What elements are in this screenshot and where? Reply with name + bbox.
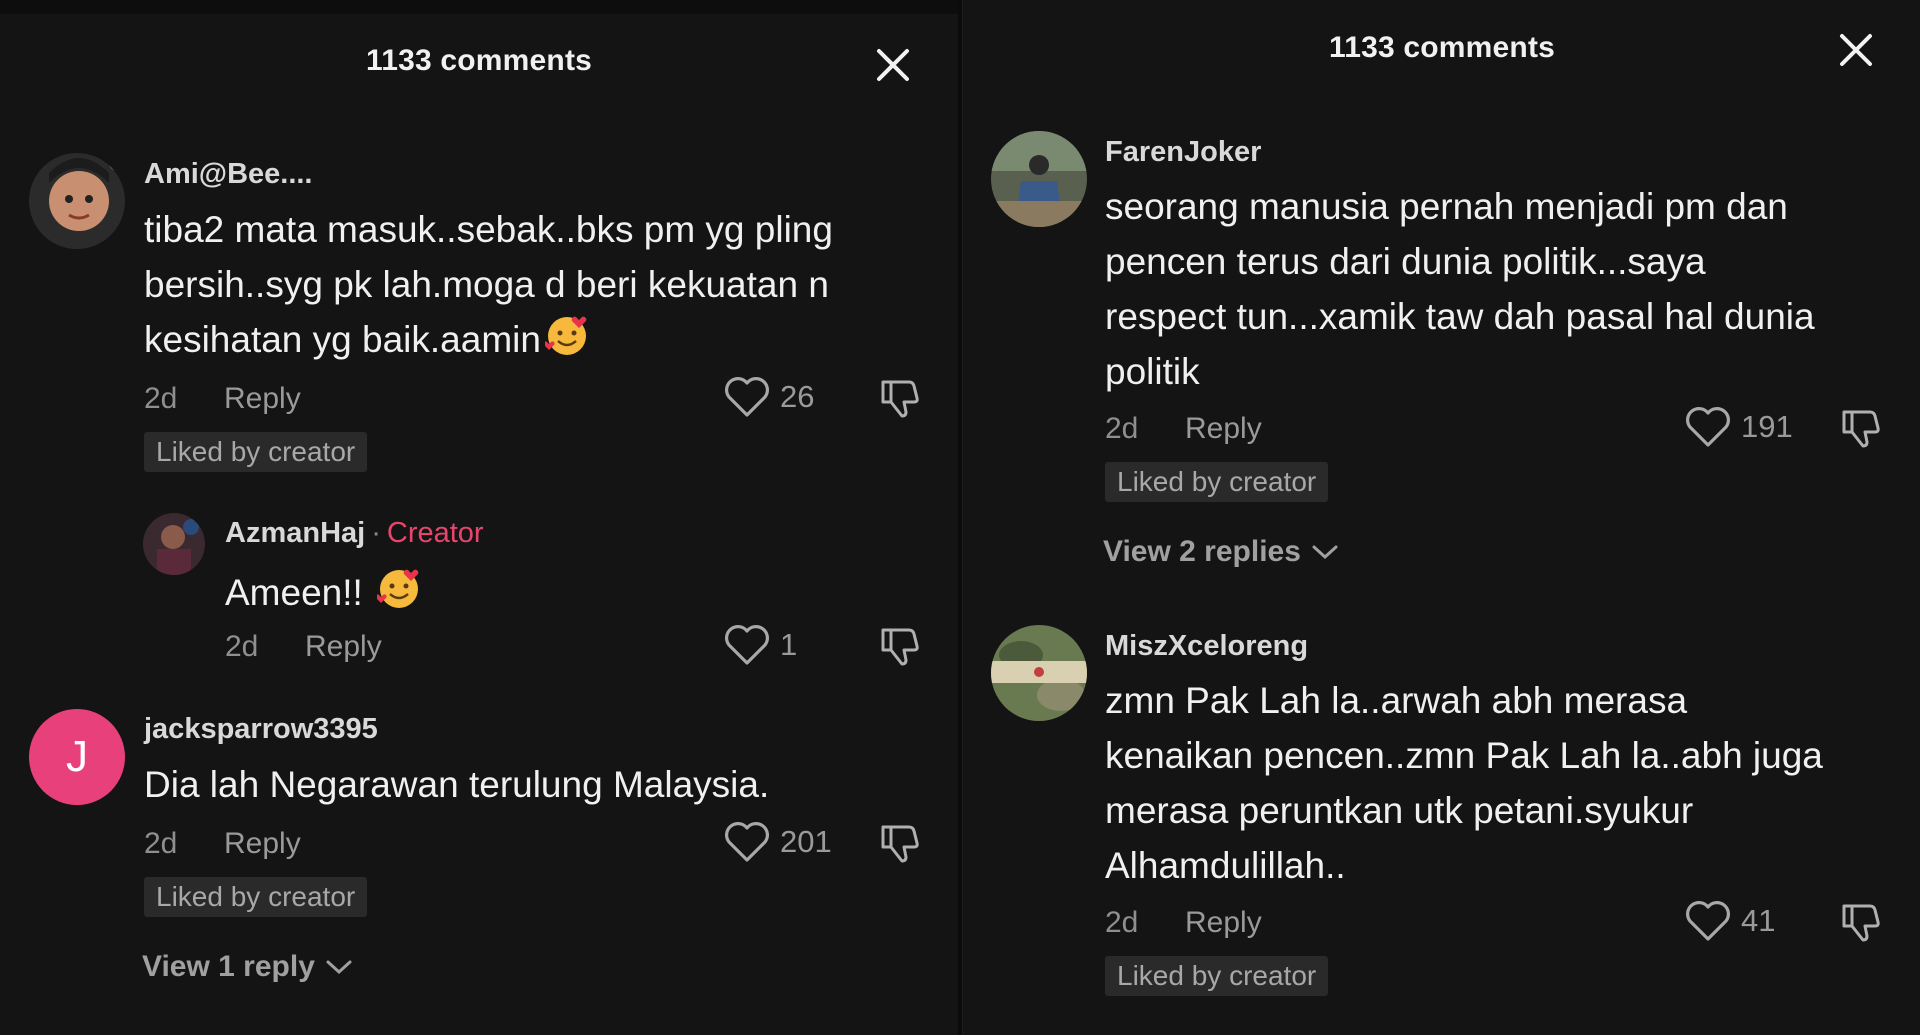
avatar[interactable]: [29, 153, 125, 249]
reply-button[interactable]: Reply: [1185, 412, 1262, 446]
dislike-button[interactable]: [877, 821, 921, 865]
comment-username[interactable]: MiszXceloreng: [1105, 630, 1308, 663]
reply-button[interactable]: Reply: [224, 827, 301, 861]
like-count: 41: [1741, 903, 1776, 938]
comment-time: 2d: [144, 382, 178, 415]
comment-username[interactable]: jacksparrow3395: [144, 713, 378, 746]
reply-username: AzmanHaj · Creator: [225, 517, 484, 549]
like-count: 201: [780, 824, 832, 859]
dislike-icon: [881, 628, 919, 666]
comment-text: Dia lah Negarawan terulung Malaysia.: [144, 764, 770, 805]
like-count: 1: [780, 627, 798, 662]
like-button[interactable]: 1: [724, 624, 797, 666]
right-comments-panel: 1133 comments FarenJoker seorang manusia…: [962, 0, 1920, 1035]
avatar[interactable]: [991, 625, 1087, 721]
heart-icon: [1686, 901, 1730, 941]
comments-count-title: 1133 comments: [1328, 31, 1556, 64]
close-icon: [877, 49, 909, 81]
comment-text: zmn Pak Lah la..arwah abh merasa kenaika…: [1105, 680, 1823, 886]
smiling-face-with-hearts-emoji: [375, 567, 421, 611]
like-count: 26: [780, 379, 815, 414]
reply-button[interactable]: Reply: [305, 630, 382, 664]
heart-icon: [725, 625, 769, 665]
heart-icon: [725, 822, 769, 862]
reply-button[interactable]: Reply: [224, 382, 301, 416]
view-replies-button[interactable]: View 2 replies: [1103, 535, 1339, 569]
left-comments-panel: 1133 comments Ami@Bee.... tiba2 mata mas…: [0, 0, 958, 1035]
liked-by-creator-badge: Liked by creator: [144, 877, 368, 917]
dislike-button[interactable]: [877, 376, 921, 420]
dislike-button[interactable]: [877, 624, 921, 668]
liked-by-creator-badge: Liked by creator: [1105, 462, 1329, 502]
chevron-down-icon: [326, 960, 352, 975]
comment-time: 2d: [144, 827, 178, 860]
heart-icon: [1686, 407, 1730, 447]
like-count: 191: [1741, 409, 1793, 444]
dislike-button[interactable]: [1838, 406, 1882, 450]
comment-username[interactable]: FarenJoker: [1105, 136, 1261, 169]
like-button[interactable]: 41: [1685, 900, 1775, 942]
dislike-icon: [1842, 410, 1880, 448]
avatar[interactable]: [991, 131, 1087, 227]
close-button[interactable]: [873, 45, 913, 85]
comment-time: 2d: [1105, 412, 1139, 445]
comment-text: seorang manusia pernah menjadi pm dan pe…: [1105, 186, 1815, 392]
comment-time: 2d: [1105, 906, 1139, 939]
creator-tag: Creator: [386, 517, 484, 549]
liked-by-creator-badge: Liked by creator: [1105, 956, 1329, 996]
close-icon: [1840, 34, 1872, 66]
avatar[interactable]: J: [29, 709, 125, 805]
smiling-face-with-hearts-emoji: [543, 314, 589, 358]
reply-time: 2d: [225, 630, 259, 663]
like-button[interactable]: 201: [724, 821, 832, 863]
comment-username[interactable]: Ami@Bee....: [144, 158, 313, 191]
comment-text: tiba2 mata masuk..sebak..bks pm yg pling…: [144, 209, 833, 360]
comments-count-title: 1133 comments: [365, 44, 593, 77]
like-button[interactable]: 26: [724, 376, 814, 418]
reply-button[interactable]: Reply: [1185, 906, 1262, 940]
view-replies-button[interactable]: View 1 reply: [142, 950, 353, 984]
heart-icon: [725, 377, 769, 417]
close-button[interactable]: [1836, 30, 1876, 70]
reply-text: Ameen!!: [225, 565, 421, 620]
liked-by-creator-badge: Liked by creator: [144, 432, 368, 472]
dislike-icon: [1842, 904, 1880, 942]
dislike-button[interactable]: [1838, 900, 1882, 944]
chevron-down-icon: [1312, 545, 1338, 560]
dislike-icon: [881, 825, 919, 863]
dislike-icon: [881, 380, 919, 418]
avatar[interactable]: [143, 513, 205, 575]
like-button[interactable]: 191: [1685, 406, 1793, 448]
